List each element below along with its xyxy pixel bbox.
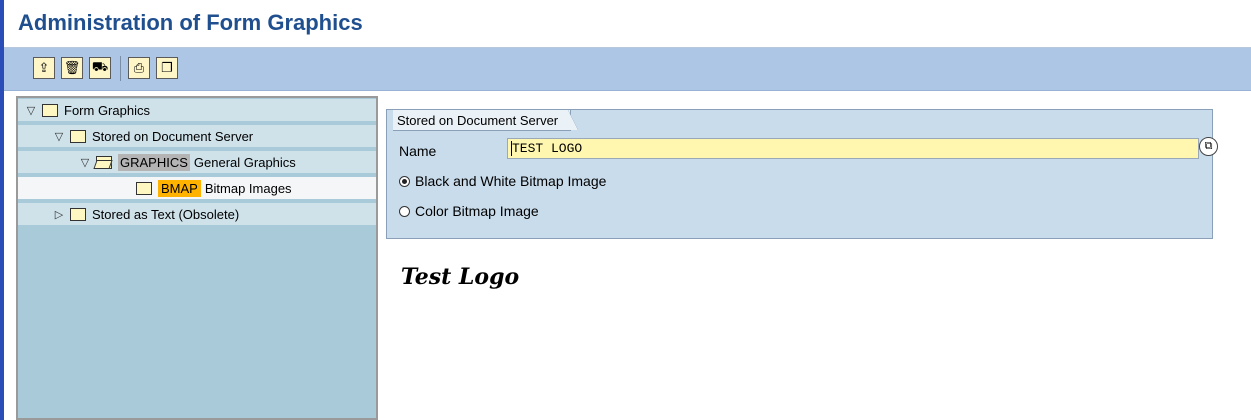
print-preview-icon: ⎙ (133, 60, 145, 75)
radio-color[interactable] (399, 205, 410, 217)
transport-icon: ⛟ (91, 59, 109, 74)
logo-preview-text: Test Logo (400, 263, 520, 290)
open-folder-icon (96, 155, 112, 169)
tree-item-stored-as-text[interactable]: ▷ Stored as Text (Obsolete) (18, 203, 376, 225)
collapse-triangle-icon[interactable]: ▽ (78, 156, 92, 169)
folder-icon (42, 103, 58, 117)
folder-icon (70, 129, 86, 143)
detail-panel: Stored on Document Server Name TEST LOGO… (386, 109, 1213, 239)
tree-item-label: Stored as Text (Obsolete) (92, 206, 240, 222)
tree-item-graphics[interactable]: ▽ GRAPHICS General Graphics (18, 151, 376, 173)
import-button[interactable]: ⇪ (33, 57, 55, 79)
radio-bw-option[interactable]: Black and White Bitmap Image (399, 173, 606, 189)
tree-item-document-server[interactable]: ▽ Stored on Document Server (18, 125, 376, 147)
application-toolbar: ⇪ 🗑 ⛟ ⎙ ❐ (4, 48, 1251, 91)
tree-item-label: Form Graphics (64, 102, 150, 118)
toolbar-separator (120, 56, 121, 81)
radio-bw[interactable] (399, 175, 410, 187)
tree-item-label: Stored on Document Server (92, 128, 254, 144)
tree-item-label: Bitmap Images (204, 180, 292, 196)
folder-icon (136, 181, 152, 195)
tree-item-label: General Graphics (193, 154, 296, 170)
tree-item-form-graphics[interactable]: ▽ Form Graphics (18, 99, 376, 121)
radio-color-option[interactable]: Color Bitmap Image (399, 203, 539, 219)
delete-button[interactable]: 🗑 (61, 57, 83, 79)
print-preview-button[interactable]: ⎙ (128, 57, 150, 79)
collapse-triangle-icon[interactable]: ▽ (52, 130, 66, 143)
details-icon: ❐ (161, 60, 173, 75)
expand-triangle-icon[interactable]: ▷ (52, 208, 66, 221)
radio-bw-label: Black and White Bitmap Image (415, 173, 607, 189)
transport-button[interactable]: ⛟ (89, 57, 111, 79)
radio-color-label: Color Bitmap Image (415, 203, 539, 219)
folder-icon (70, 207, 86, 221)
title-bar: Administration of Form Graphics (4, 0, 1251, 48)
delete-icon: 🗑 (63, 60, 81, 75)
tree-item-key: BMAP (158, 179, 201, 197)
name-field[interactable]: TEST LOGO (507, 138, 1199, 159)
tab-stored-on-document-server[interactable]: Stored on Document Server (393, 110, 579, 131)
page-title: Administration of Form Graphics (18, 10, 363, 35)
tree-item-bmap[interactable]: BMAP Bitmap Images (18, 177, 376, 199)
collapse-triangle-icon[interactable]: ▽ (24, 104, 38, 117)
import-icon: ⇪ (38, 60, 50, 75)
name-label: Name (399, 143, 437, 159)
tree-item-key: GRAPHICS (118, 153, 190, 171)
details-button[interactable]: ❐ (156, 57, 178, 79)
value-help-button[interactable]: ⧉ (1199, 137, 1218, 156)
graphic-preview: Test Logo (387, 254, 533, 299)
value-help-icon: ⧉ (1204, 140, 1213, 152)
navigation-tree: ▽ Form Graphics ▽ Stored on Document Ser… (16, 96, 378, 420)
